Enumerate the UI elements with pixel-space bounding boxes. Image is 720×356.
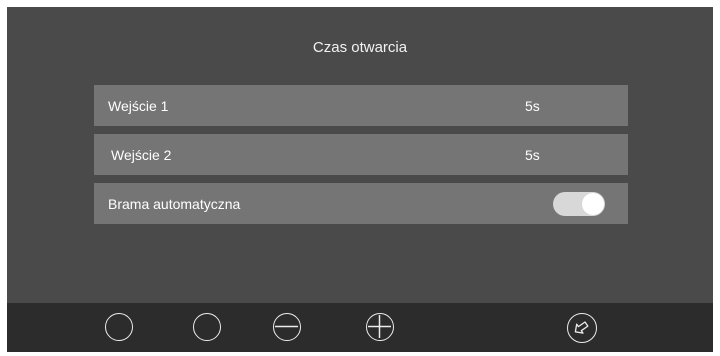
auto-gate-toggle[interactable] [553, 192, 605, 216]
screen: Czas otwarcia Wejście 1 5s Wejście 2 5s … [7, 7, 713, 352]
plus-button[interactable] [366, 313, 394, 341]
page-title: Czas otwarcia [312, 39, 408, 56]
setting-row-entry-2[interactable]: Wejście 2 5s [94, 134, 628, 175]
minus-button[interactable] [273, 313, 301, 341]
setting-label: Brama automatyczna [108, 195, 241, 212]
setting-label: Wejście 1 [108, 97, 169, 114]
plus-icon [368, 315, 391, 338]
bottom-toolbar [7, 303, 713, 352]
circle-button-1[interactable] [105, 313, 133, 341]
setting-row-entry-1[interactable]: Wejście 1 5s [94, 85, 628, 126]
toggle-knob [582, 193, 604, 215]
setting-value[interactable]: 5s [525, 147, 540, 163]
setting-value[interactable]: 5s [525, 98, 540, 114]
back-button[interactable] [567, 313, 597, 343]
minus-icon [275, 325, 298, 328]
setting-row-auto-gate[interactable]: Brama automatyczna [94, 183, 628, 224]
back-arrow-icon [574, 321, 589, 334]
setting-label: Wejście 2 [111, 146, 172, 163]
circle-button-2[interactable] [193, 313, 221, 341]
